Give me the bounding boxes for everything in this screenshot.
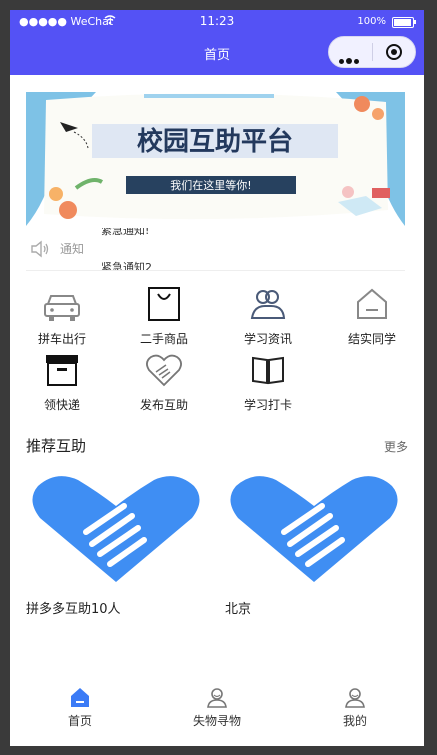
user-icon bbox=[345, 688, 365, 708]
grid-item-study-checkin[interactable]: 学习打卡 bbox=[228, 350, 308, 413]
grid-item-label: 结实同学 bbox=[347, 332, 396, 346]
user-icon bbox=[207, 688, 227, 708]
notice-message: 紧急通知2 bbox=[101, 261, 152, 271]
card-title[interactable]: 拼多多互助10人 bbox=[26, 598, 121, 617]
more-link[interactable]: 更多 bbox=[384, 438, 408, 455]
banner-image: 校园互助平台 我们在这里等你! bbox=[26, 92, 405, 226]
tab-label: 失物寻物 bbox=[192, 714, 241, 728]
tab-home[interactable]: 首页 bbox=[30, 686, 130, 729]
banner-title: 校园互助平台 bbox=[137, 126, 293, 157]
card-title[interactable]: 北京 bbox=[225, 598, 251, 617]
banner-subtitle: 我们在这里等你! bbox=[170, 178, 251, 192]
more-menu-icon[interactable] bbox=[339, 49, 361, 68]
home-filled-icon bbox=[71, 688, 89, 707]
grid-item-carpool[interactable]: 拼车出行 bbox=[22, 284, 102, 347]
speaker-icon bbox=[31, 240, 49, 258]
battery-icon bbox=[392, 17, 416, 28]
tab-lost-found[interactable]: 失物寻物 bbox=[167, 686, 267, 729]
phone-screen: ●●●●● WeChat 11:23 100% 首页 校园互助平台 我们在这里等… bbox=[10, 10, 424, 746]
tab-label: 我的 bbox=[342, 714, 367, 728]
mini-program-capsule bbox=[328, 36, 416, 68]
battery-percent: 100% bbox=[357, 16, 386, 27]
notice-message: 紧急通知! bbox=[101, 228, 150, 237]
tab-label: 首页 bbox=[67, 714, 92, 728]
grid-item-secondhand[interactable]: 二手商品 bbox=[124, 284, 204, 347]
home-icon bbox=[357, 288, 387, 319]
section-title-text: 推荐互助 bbox=[26, 437, 87, 455]
grid-item-label: 领快递 bbox=[43, 398, 80, 412]
people-icon bbox=[250, 290, 286, 319]
grid-item-study-news[interactable]: 学习资讯 bbox=[228, 284, 308, 347]
grid-item-label: 学习打卡 bbox=[243, 398, 292, 412]
grid-item-parcel[interactable]: 领快递 bbox=[22, 350, 102, 413]
card-image[interactable] bbox=[224, 470, 404, 590]
top-navigation-bar: ●●●●● WeChat 11:23 100% 首页 bbox=[10, 10, 424, 75]
package-icon bbox=[46, 355, 78, 386]
car-icon bbox=[44, 295, 80, 321]
grid-item-label: 拼车出行 bbox=[37, 332, 86, 346]
notice-bar[interactable]: 通知 紧急通知! 紧急通知2 bbox=[26, 228, 405, 271]
grid-item-label: 学习资讯 bbox=[243, 332, 292, 346]
book-icon bbox=[252, 356, 284, 385]
status-bar: ●●●●● WeChat 11:23 100% bbox=[10, 10, 424, 34]
close-mini-program-icon[interactable] bbox=[386, 44, 402, 60]
shopping-bag-icon bbox=[148, 287, 180, 321]
section-title: 推荐互助 bbox=[26, 435, 94, 457]
heart-hands-icon bbox=[146, 354, 182, 387]
banner-carousel[interactable]: 校园互助平台 我们在这里等你! bbox=[26, 92, 405, 226]
notice-label: 通知 bbox=[60, 242, 85, 256]
grid-item-publish[interactable]: 发布互助 bbox=[124, 350, 204, 413]
tab-mine[interactable]: 我的 bbox=[305, 686, 405, 729]
grid-item-classmates[interactable]: 结实同学 bbox=[332, 284, 412, 347]
grid-item-label: 二手商品 bbox=[139, 332, 188, 346]
card-image[interactable] bbox=[26, 470, 206, 590]
grid-item-label: 发布互助 bbox=[139, 398, 188, 412]
bottom-tab-bar: 首页 失物寻物 我的 bbox=[10, 678, 424, 746]
